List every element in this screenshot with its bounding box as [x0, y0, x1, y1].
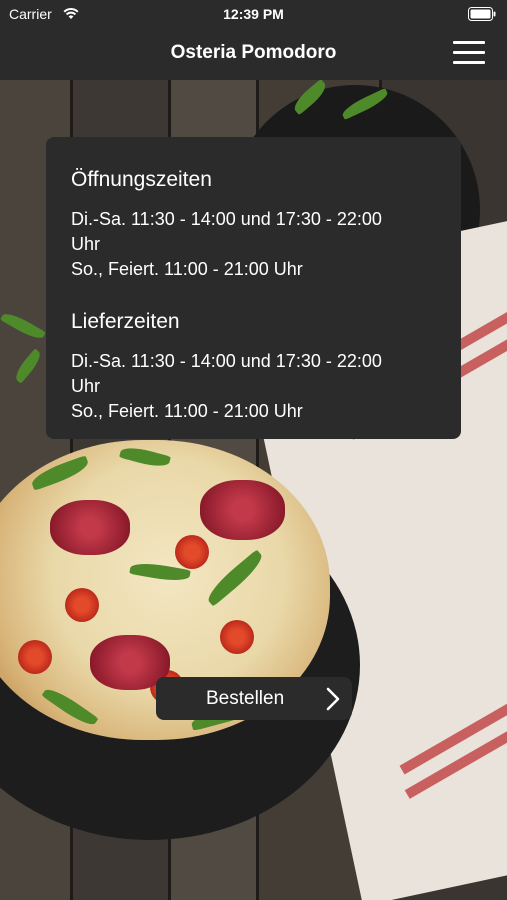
opening-hours-line: Uhr: [71, 234, 101, 254]
opening-hours-line: So., Feiert. 11:00 - 21:00 Uhr: [71, 259, 303, 279]
page-title: Osteria Pomodoro: [170, 42, 337, 63]
delivery-hours-line: Uhr: [71, 376, 101, 396]
hamburger-menu-icon[interactable]: [453, 41, 485, 67]
delivery-hours-section: Lieferzeiten Di.-Sa. 11:30 - 14:00 und 1…: [71, 309, 461, 424]
order-button-label: Bestellen: [206, 688, 285, 709]
delivery-hours-title: Lieferzeiten: [71, 310, 180, 333]
chevron-right-icon: [325, 687, 341, 716]
nav-bar: Osteria Pomodoro: [0, 30, 507, 80]
battery-icon: [468, 7, 496, 26]
opening-hours-card: Öffnungszeiten Di.-Sa. 11:30 - 14:00 und…: [46, 137, 461, 439]
opening-hours-title: Öffnungszeiten: [71, 168, 212, 191]
opening-hours-line: Di.-Sa. 11:30 - 14:00 und 17:30 - 22:00: [71, 209, 382, 229]
status-bar: Carrier 12:39 PM: [0, 0, 507, 30]
status-time: 12:39 PM: [223, 6, 284, 22]
opening-hours-section: Öffnungszeiten Di.-Sa. 11:30 - 14:00 und…: [71, 167, 461, 282]
delivery-hours-line: So., Feiert. 11:00 - 21:00 Uhr: [71, 401, 303, 421]
delivery-hours-line: Di.-Sa. 11:30 - 14:00 und 17:30 - 22:00: [71, 351, 382, 371]
order-button[interactable]: Bestellen: [156, 677, 352, 720]
